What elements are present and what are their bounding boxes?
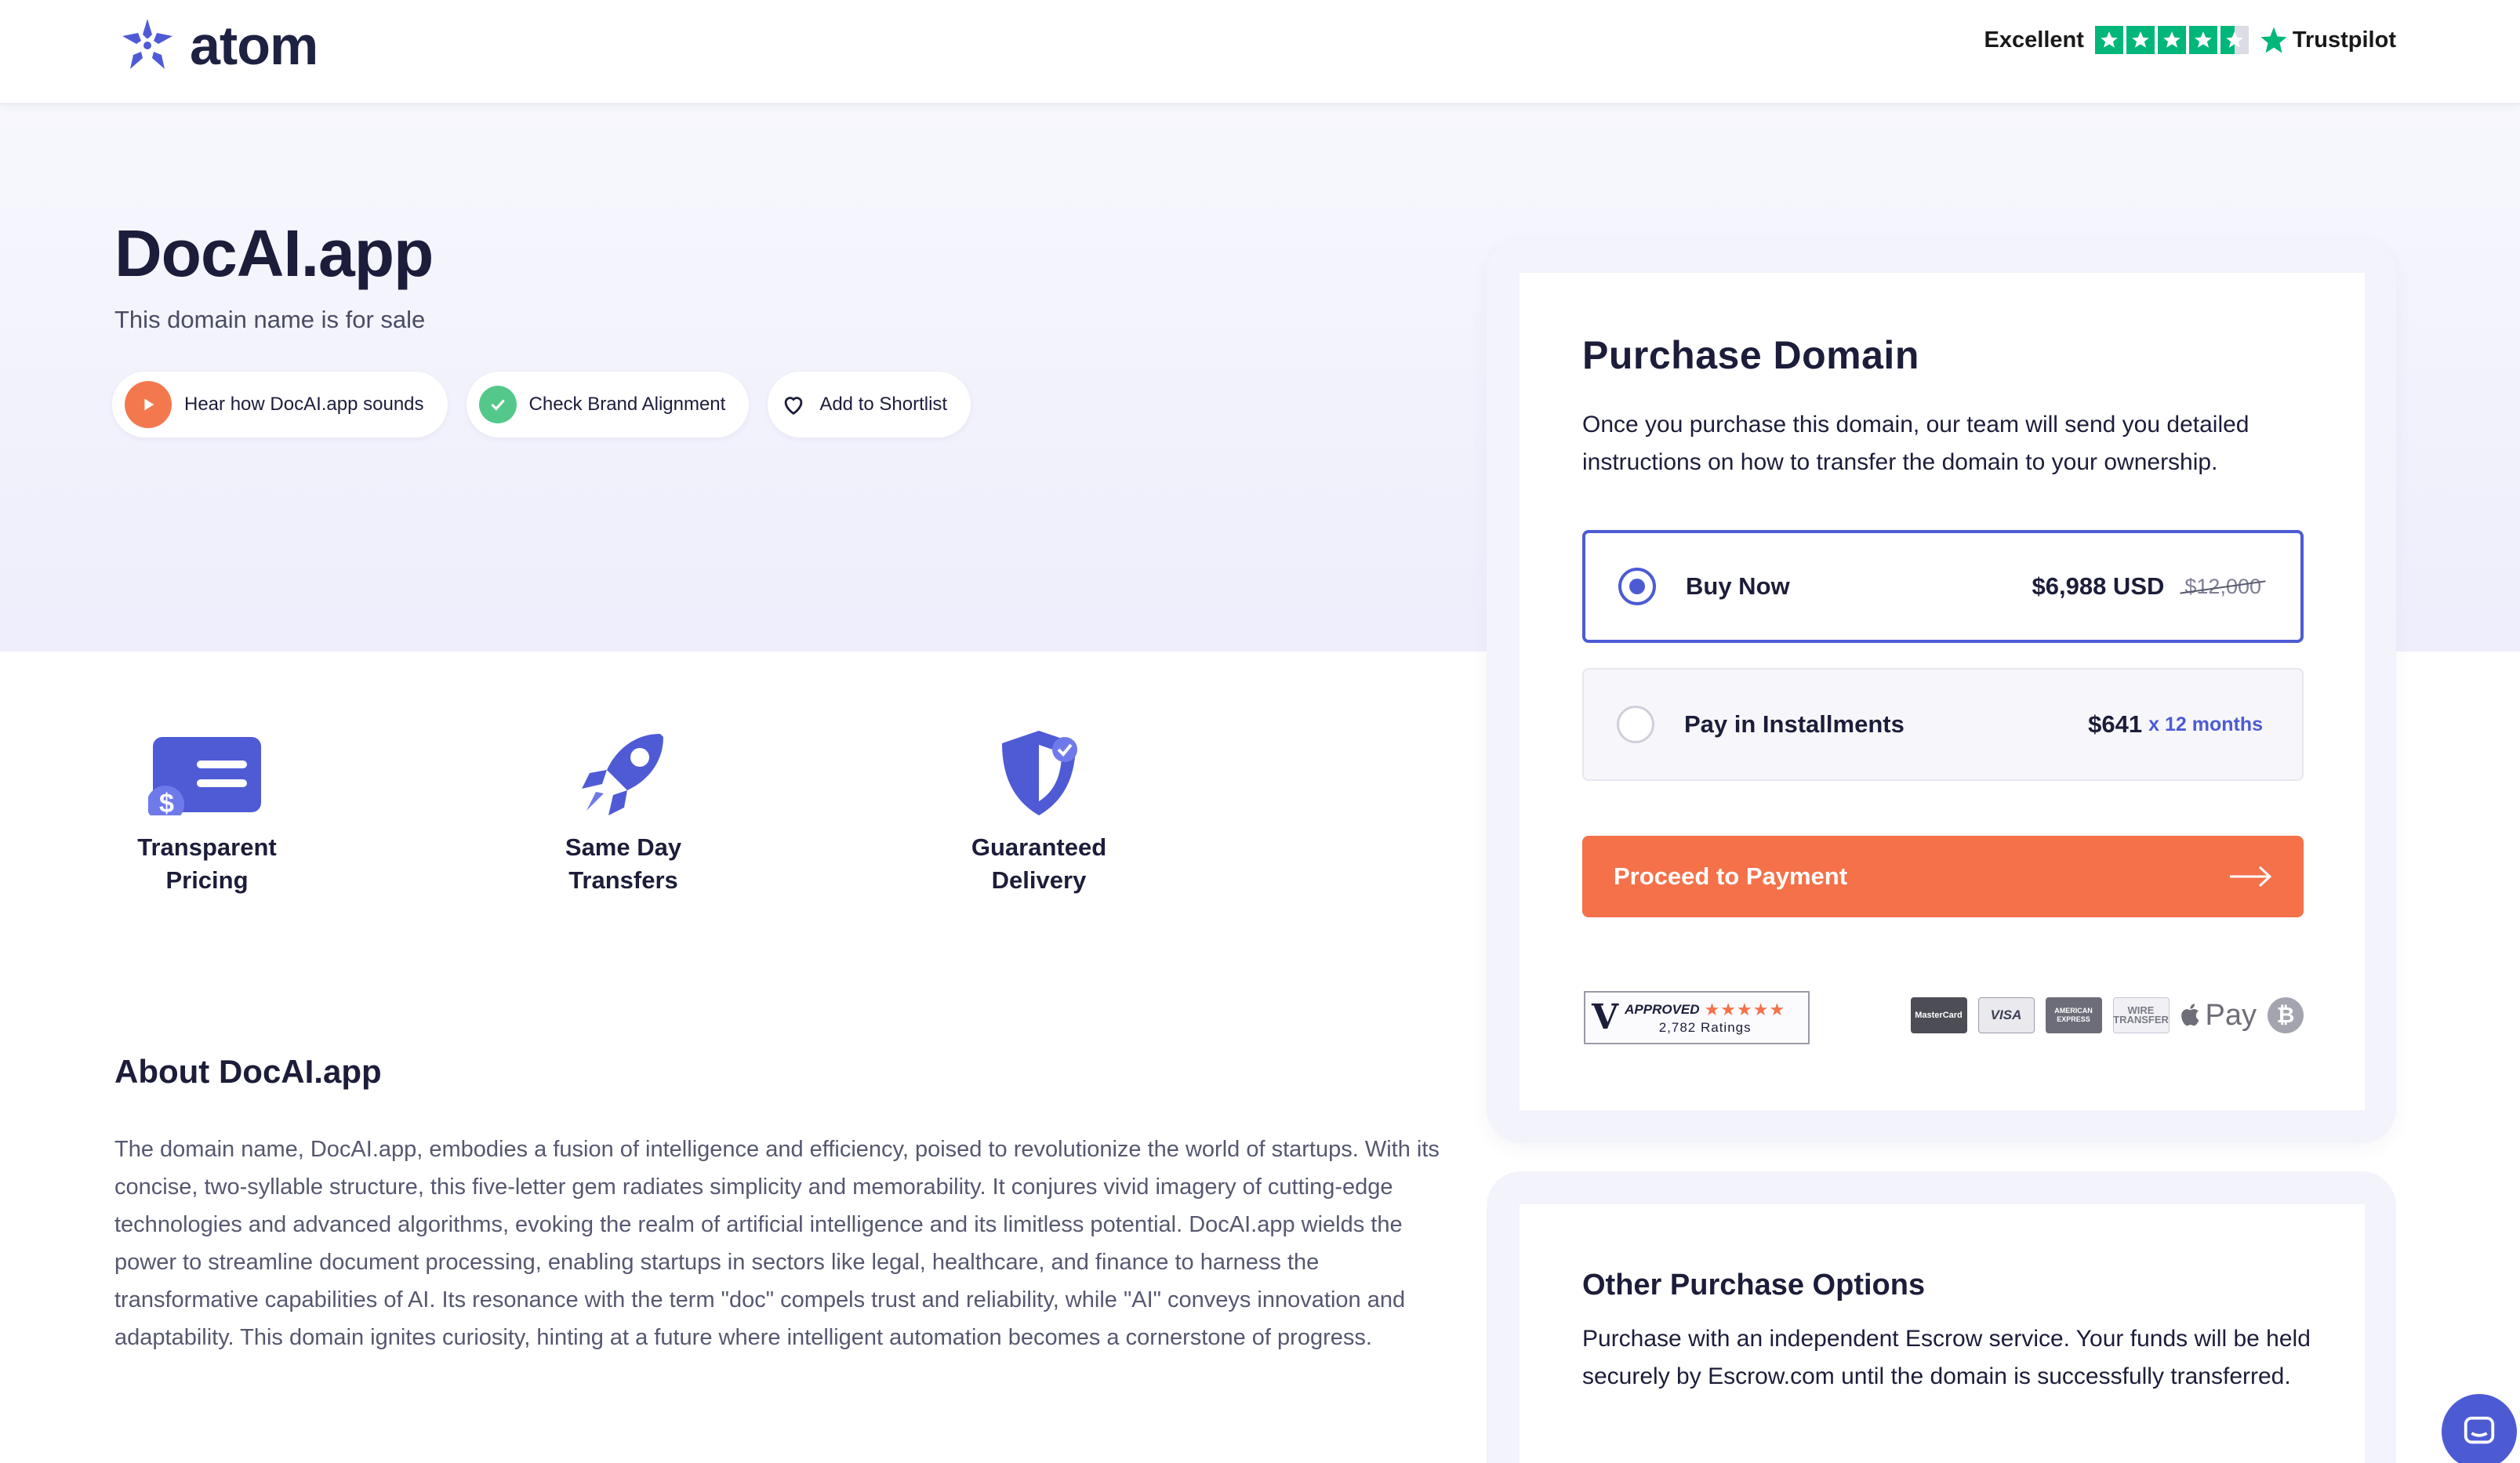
- payment-methods: MasterCard VISA AMERICAN EXPRESS WIRE TR…: [1910, 997, 2304, 1033]
- trust-rating-label: Excellent: [1984, 27, 2084, 53]
- play-icon: [125, 381, 172, 428]
- option-buy-now[interactable]: Buy Now $6,988 USD $12,000: [1582, 530, 2304, 643]
- buy-now-label: Buy Now: [1686, 572, 1790, 600]
- shopper-stars: ★★★★★: [1704, 1000, 1786, 1019]
- purchase-description: Once you purchase this domain, our team …: [1582, 412, 2249, 475]
- feature-label: Guaranteed Delivery: [971, 833, 1107, 894]
- feature-label: Transparent Pricing: [137, 833, 277, 894]
- other-options-card: Other Purchase Options Purchase with an …: [1520, 1204, 2365, 1463]
- star-icon: [2126, 26, 2155, 54]
- logo-text: atom: [190, 15, 318, 76]
- domain-subtitle: This domain name is for sale: [114, 306, 426, 333]
- bitcoin-icon: ₿: [2268, 997, 2304, 1033]
- shopper-approved-logo: V: [1592, 997, 1619, 1037]
- hear-pronunciation-button[interactable]: Hear how DocAI.app sounds: [112, 372, 448, 437]
- pricing-card-icon: $: [148, 737, 261, 815]
- about-text: The domain name, DocAI.app, embodies a f…: [114, 1137, 1440, 1350]
- other-options-title: Other Purchase Options: [1582, 1269, 1926, 1301]
- atom-logo-icon: [122, 19, 172, 69]
- svg-text:$: $: [159, 789, 174, 815]
- hear-pronunciation-label: Hear how DocAI.app sounds: [184, 394, 424, 415]
- trustpilot-star-icon: [2260, 27, 2287, 53]
- hero-actions: Hear how DocAI.app sounds Check Brand Al…: [112, 372, 971, 437]
- trustpilot-brand: Trustpilot: [2260, 26, 2396, 54]
- visa-icon: VISA: [1977, 997, 2035, 1033]
- proceed-label: Proceed to Payment: [1614, 862, 1848, 890]
- chat-launcher-button[interactable]: [2442, 1394, 2517, 1463]
- installments-radio[interactable]: [1617, 706, 1654, 743]
- site-header: atom Excellent Trustpilot: [0, 0, 2520, 105]
- apple-pay-text: Pay: [2205, 998, 2257, 1032]
- purchase-card: Purchase Domain Once you purchase this d…: [1520, 273, 2365, 1110]
- buy-now-radio[interactable]: [1618, 568, 1656, 605]
- atom-logo[interactable]: atom: [118, 14, 318, 77]
- star-icon: [2157, 26, 2186, 54]
- installments-label: Pay in Installments: [1684, 710, 1905, 738]
- check-icon: [478, 386, 517, 423]
- option-installments[interactable]: Pay in Installments $641 x 12 months: [1582, 668, 2304, 781]
- trustpilot-text: Trustpilot: [2292, 27, 2396, 53]
- proceed-to-payment-button[interactable]: Proceed to Payment: [1582, 836, 2304, 917]
- star-icon: [2188, 26, 2217, 54]
- add-to-shortlist-label: Add to Shortlist: [819, 394, 948, 415]
- shopper-rating-count: 2,782 Ratings: [1658, 1020, 1752, 1035]
- domain-title: DocAI.app: [114, 216, 434, 290]
- chat-icon: [2464, 1416, 2495, 1444]
- check-brand-alignment-label: Check Brand Alignment: [528, 394, 726, 415]
- star-icon: [2094, 26, 2123, 54]
- wire-transfer-icon: WIRE TRANSFER: [2112, 997, 2170, 1033]
- feature-same-day-transfers: Same Day Transfers: [521, 723, 725, 897]
- rocket-icon: [582, 734, 663, 815]
- feature-label: Same Day Transfers: [565, 833, 682, 894]
- about-title: About DocAI.app: [114, 1053, 382, 1090]
- amex-icon: AMERICAN EXPRESS: [2045, 997, 2102, 1033]
- feature-transparent-pricing: $ Transparent Pricing: [105, 729, 309, 897]
- shopper-approved-text: APPROVED: [1625, 1002, 1700, 1017]
- arrow-right-icon: [2230, 866, 2272, 888]
- buy-now-old-price: $12,000: [2184, 574, 2261, 598]
- heart-icon: [784, 397, 803, 416]
- purchase-title: Purchase Domain: [1582, 333, 1919, 377]
- half-star-icon: [2220, 26, 2249, 54]
- shield-check-icon: [1002, 731, 1077, 815]
- trustpilot-stars: [2094, 26, 2249, 54]
- apple-pay-icon: Pay: [2180, 999, 2257, 1033]
- shopper-approved-badge[interactable]: V APPROVED ★★★★★ 2,782 Ratings: [1584, 991, 1810, 1044]
- installments-term: x 12 months: [2148, 713, 2263, 735]
- mastercard-icon: MasterCard: [1910, 997, 1967, 1033]
- buy-now-price: $6,988 USD: [2032, 572, 2165, 600]
- check-brand-alignment-button[interactable]: Check Brand Alignment: [466, 372, 750, 437]
- add-to-shortlist-button[interactable]: Add to Shortlist: [768, 372, 971, 437]
- feature-guaranteed-delivery: Guaranteed Delivery: [937, 723, 1141, 897]
- trustpilot-widget[interactable]: Excellent Trustpilot: [1984, 26, 2396, 54]
- installments-price: $641: [2088, 710, 2143, 738]
- other-options-description: Purchase with an independent Escrow serv…: [1582, 1326, 2311, 1389]
